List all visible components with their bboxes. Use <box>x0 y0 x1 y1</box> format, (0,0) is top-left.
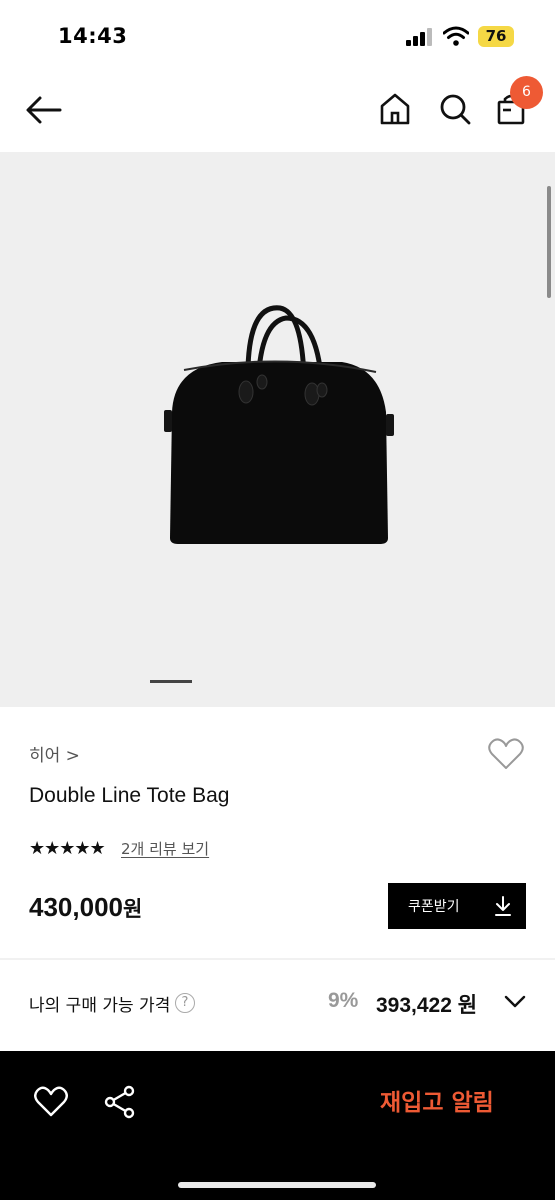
status-bar: 14:43 76 <box>0 0 555 70</box>
cart-count-badge: 6 <box>510 76 543 109</box>
home-indicator <box>178 1182 376 1188</box>
search-icon[interactable] <box>438 92 472 126</box>
product-title: Double Line Tote Bag <box>29 784 230 807</box>
rating-stars: ★★★★★ <box>29 838 106 859</box>
heart-icon[interactable] <box>34 1086 68 1118</box>
help-icon[interactable]: ? <box>175 993 195 1013</box>
share-icon[interactable] <box>104 1085 136 1119</box>
coupon-button[interactable]: 쿠폰받기 <box>388 883 526 929</box>
brand-link[interactable]: 히어 > <box>29 741 80 766</box>
cellular-signal-icon <box>406 28 432 46</box>
back-arrow-icon[interactable] <box>24 92 64 128</box>
review-link[interactable]: 2개 리뷰 보기 <box>121 838 209 859</box>
my-price-value: 393,422 원 <box>376 994 478 1017</box>
wifi-icon <box>443 26 469 46</box>
coupon-label: 쿠폰받기 <box>408 899 460 915</box>
product-image-tote-bag <box>164 305 394 544</box>
scrollbar[interactable] <box>547 186 551 298</box>
bottom-action-bar: 재입고 알림 <box>0 1051 555 1200</box>
heart-icon[interactable] <box>487 737 525 771</box>
chevron-down-icon[interactable] <box>503 994 527 1010</box>
restock-alert-button[interactable]: 재입고 알림 <box>380 1083 494 1117</box>
carousel-page-indicator <box>150 680 192 683</box>
my-price-label: 나의 구매 가능 가격 <box>29 996 171 1016</box>
top-nav <box>0 70 555 152</box>
home-icon[interactable] <box>378 92 412 126</box>
product-price: 430,000원 <box>29 892 142 923</box>
price-value: 430,000 <box>29 892 123 922</box>
status-time: 14:43 <box>58 24 128 48</box>
my-price-row[interactable]: 나의 구매 가능 가격 ? 9% 393,422 원 <box>0 962 555 1048</box>
discount-rate: 9% <box>328 989 359 1012</box>
download-icon <box>495 896 511 916</box>
battery-indicator: 76 <box>478 26 514 47</box>
section-divider <box>0 958 555 960</box>
price-unit: 원 <box>122 898 143 921</box>
